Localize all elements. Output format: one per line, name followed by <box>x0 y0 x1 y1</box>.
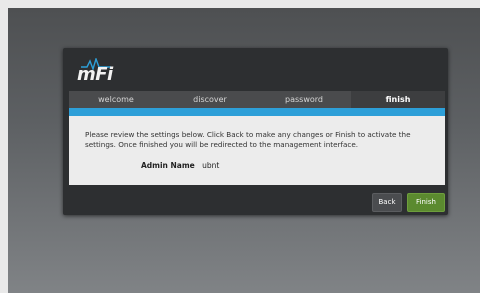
step-welcome: welcome <box>98 95 134 104</box>
step-password: password <box>285 95 323 104</box>
wizard-content: Please review the settings below. Click … <box>69 116 445 185</box>
back-button[interactable]: Back <box>372 193 402 212</box>
page-background: mFi welcome discover password finish Ple… <box>8 8 480 293</box>
setup-wizard-panel: mFi welcome discover password finish Ple… <box>63 48 448 215</box>
admin-name-row: Admin Name ubnt <box>141 161 219 170</box>
step-finish: finish <box>351 91 445 108</box>
wizard-steps: welcome discover password finish <box>69 91 445 108</box>
step-discover: discover <box>193 95 227 104</box>
mfi-logo: mFi <box>77 58 117 85</box>
logo-text: mFi <box>77 64 113 85</box>
admin-name-value: ubnt <box>202 161 220 170</box>
finish-button[interactable]: Finish <box>407 193 445 212</box>
review-instructions: Please review the settings below. Click … <box>85 130 411 149</box>
progress-accent-bar <box>69 108 445 116</box>
admin-name-label: Admin Name <box>141 161 195 170</box>
